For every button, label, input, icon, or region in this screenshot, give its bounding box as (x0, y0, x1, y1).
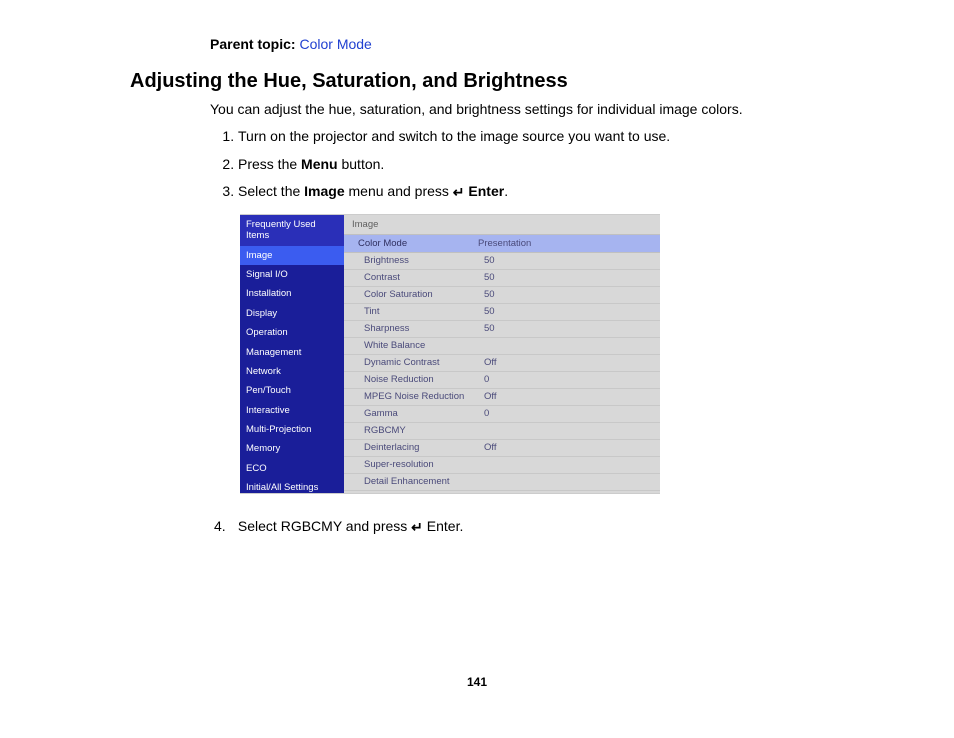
menu-row-value (484, 493, 652, 494)
menu-row-label: Super-resolution (364, 459, 484, 470)
step-4: 4. Select RGBCMY and press ↵ Enter. (210, 518, 824, 535)
menu-row-label: Dynamic Contrast (364, 357, 484, 368)
menu-row-label: Sharpness (364, 323, 484, 334)
menu-row-value: Off (484, 357, 652, 368)
menu-left-item: Network (240, 362, 344, 381)
steps-list: Turn on the projector and switch to the … (210, 127, 824, 202)
menu-left-item: Interactive (240, 401, 344, 420)
menu-left-item: Display (240, 304, 344, 323)
menu-row-label: MPEG Noise Reduction (364, 391, 484, 402)
step-3-b: Image (304, 183, 344, 199)
menu-right-selected-row: Color Mode Presentation (344, 235, 660, 253)
step-3: Select the Image menu and press ↵ Enter. (238, 182, 824, 202)
parent-topic-line: Parent topic: Color Mode (210, 36, 824, 52)
page-number: 141 (130, 675, 824, 689)
menu-row-value: 0 (484, 374, 652, 385)
menu-row: Dynamic ContrastOff (344, 355, 660, 372)
menu-row: Contrast50 (344, 270, 660, 287)
menu-left-item: Pen/Touch (240, 381, 344, 400)
step-1: Turn on the projector and switch to the … (238, 127, 824, 147)
page-heading: Adjusting the Hue, Saturation, and Brigh… (130, 70, 824, 93)
menu-row-value: 50 (484, 255, 652, 266)
menu-left-item: Signal I/O (240, 265, 344, 284)
menu-right-header: Image (344, 215, 660, 235)
menu-row: Noise Reduction0 (344, 372, 660, 389)
menu-row-label: Brightness (364, 255, 484, 266)
menu-left-item: Memory (240, 439, 344, 458)
menu-left-item: Management (240, 343, 344, 362)
step-4-c: and press (342, 518, 411, 534)
menu-left-item: ECO (240, 459, 344, 478)
step-4-a: Select (238, 518, 281, 534)
intro-text: You can adjust the hue, saturation, and … (210, 101, 824, 117)
menu-row: Detail Enhancement (344, 474, 660, 491)
menu-row-label: Gamma (364, 408, 484, 419)
menu-row-value (484, 459, 652, 470)
step-3-d: Enter (468, 183, 504, 199)
menu-left-item: Operation (240, 323, 344, 342)
step-2-b: Menu (301, 156, 338, 172)
menu-row-label: Contrast (364, 272, 484, 283)
parent-topic-link[interactable]: Color Mode (299, 36, 371, 52)
menu-row-value: Off (484, 442, 652, 453)
menu-row-label: Reset to Defaults (364, 493, 484, 494)
menu-left-pane: Frequently Used Items Image Signal I/O I… (240, 215, 344, 493)
menu-row-value: 0 (484, 408, 652, 419)
step-2-c: button. (338, 156, 385, 172)
menu-row: Reset to Defaults (344, 491, 660, 494)
step-4-number: 4. (214, 518, 234, 534)
menu-row-label: Detail Enhancement (364, 476, 484, 487)
menu-left-item: Frequently Used Items (240, 215, 344, 246)
menu-left-item-selected: Image (240, 246, 344, 265)
menu-left-item: Multi-Projection (240, 420, 344, 439)
menu-row: White Balance (344, 338, 660, 355)
menu-row: Gamma0 (344, 406, 660, 423)
menu-row-label: Color Saturation (364, 289, 484, 300)
menu-left-item: Initial/All Settings (240, 478, 344, 494)
menu-row-value: Presentation (478, 238, 652, 249)
enter-icon: ↵ (411, 519, 423, 536)
step-4-b: RGBCMY (281, 518, 342, 534)
menu-row: RGBCMY (344, 423, 660, 440)
menu-row-value: Off (484, 391, 652, 402)
menu-row: DeinterlacingOff (344, 440, 660, 457)
menu-row: Tint50 (344, 304, 660, 321)
menu-row-value: 50 (484, 306, 652, 317)
step-4-e: . (460, 518, 464, 534)
menu-screenshot: Frequently Used Items Image Signal I/O I… (240, 214, 660, 494)
menu-row: Color Saturation50 (344, 287, 660, 304)
menu-row-label: White Balance (364, 340, 484, 351)
menu-row-label: Noise Reduction (364, 374, 484, 385)
menu-row: Brightness50 (344, 253, 660, 270)
step-3-a: Select the (238, 183, 304, 199)
step-3-c: menu and press (345, 183, 453, 199)
menu-row: MPEG Noise ReductionOff (344, 389, 660, 406)
menu-row-label: RGBCMY (364, 425, 484, 436)
menu-row: Sharpness50 (344, 321, 660, 338)
menu-row-value (484, 425, 652, 436)
menu-left-item: Installation (240, 284, 344, 303)
document-page: Parent topic: Color Mode Adjusting the H… (0, 0, 954, 729)
menu-row-value: 50 (484, 323, 652, 334)
step-1-text: Turn on the projector and switch to the … (238, 128, 670, 144)
menu-row: Super-resolution (344, 457, 660, 474)
menu-row-value (484, 476, 652, 487)
menu-row-value: 50 (484, 272, 652, 283)
menu-right-pane: Image Color Mode Presentation Brightness… (344, 215, 660, 493)
menu-row-label: Color Mode (358, 238, 478, 249)
step-2: Press the Menu button. (238, 155, 824, 175)
menu-row-label: Tint (364, 306, 484, 317)
step-3-e: . (504, 183, 508, 199)
menu-row-value: 50 (484, 289, 652, 300)
step-2-a: Press the (238, 156, 301, 172)
step-4-d: Enter (427, 518, 460, 534)
enter-icon: ↵ (453, 183, 465, 203)
menu-row-label: Deinterlacing (364, 442, 484, 453)
menu-row-value (484, 340, 652, 351)
parent-topic-label: Parent topic: (210, 36, 296, 52)
